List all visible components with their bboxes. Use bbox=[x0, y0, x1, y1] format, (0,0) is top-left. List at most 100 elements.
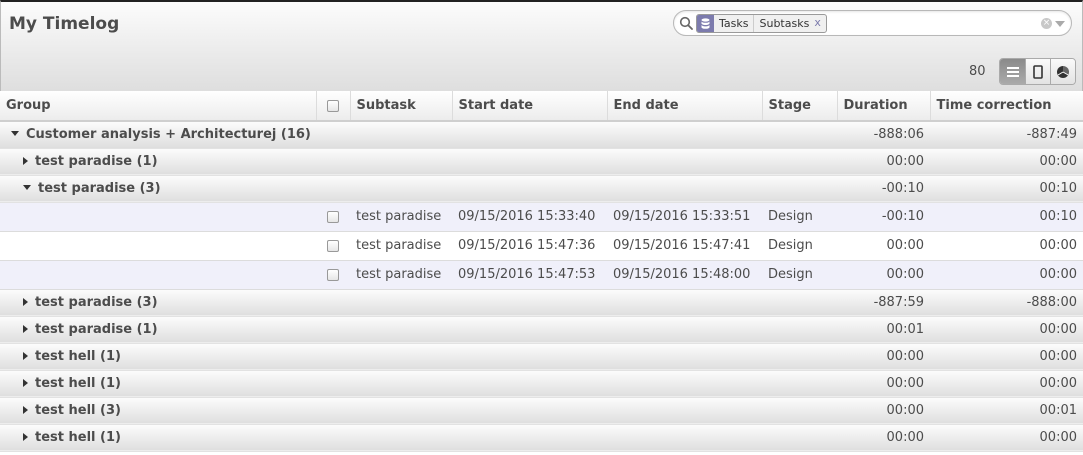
cell-time-correction: 00:00 bbox=[930, 231, 1083, 261]
group-time-correction: 00:00 bbox=[930, 316, 1083, 344]
list-icon bbox=[1006, 66, 1019, 77]
table-row[interactable]: test paradise 09/15/2016 15:47:36 09/15/… bbox=[0, 231, 1083, 261]
graph-view-button[interactable] bbox=[1050, 59, 1075, 84]
group-duration: 00:00 bbox=[837, 397, 930, 425]
group-time-correction: 00:00 bbox=[930, 343, 1083, 371]
group-duration: 00:00 bbox=[837, 148, 930, 176]
cell-duration: 00:00 bbox=[837, 231, 930, 261]
group-row[interactable]: test hell (1) 00:00 00:00 bbox=[0, 424, 1083, 452]
column-header-group[interactable]: Group bbox=[0, 91, 317, 122]
cell-stage: Design bbox=[762, 231, 837, 261]
clear-search-icon[interactable]: × bbox=[1041, 18, 1052, 29]
group-label: test paradise (3) bbox=[35, 295, 158, 310]
record-count: 80 bbox=[969, 64, 986, 79]
cell-subtask: test paradise bbox=[350, 231, 452, 261]
cell-start-date: 09/15/2016 15:33:40 bbox=[452, 202, 607, 232]
caret-right-icon bbox=[23, 432, 28, 441]
group-label: test hell (3) bbox=[35, 403, 121, 418]
column-header-end-date[interactable]: End date bbox=[607, 91, 763, 122]
row-checkbox[interactable] bbox=[316, 231, 350, 261]
group-label: test paradise (1) bbox=[35, 322, 158, 337]
group-row[interactable]: test paradise (3) -887:59 -888:00 bbox=[0, 289, 1083, 317]
row-indent bbox=[0, 231, 316, 261]
caret-right-icon bbox=[23, 378, 28, 387]
cell-start-date: 09/15/2016 15:47:36 bbox=[452, 231, 607, 261]
group-label: test paradise (1) bbox=[35, 154, 158, 169]
group-label: test hell (1) bbox=[35, 376, 121, 391]
facet-value-tasks: Tasks bbox=[719, 17, 749, 30]
cell-end-date: 09/15/2016 15:48:00 bbox=[607, 260, 762, 290]
caret-right-icon bbox=[23, 297, 28, 306]
table-row[interactable]: test paradise 09/15/2016 15:33:40 09/15/… bbox=[0, 202, 1083, 232]
cell-stage: Design bbox=[762, 202, 837, 232]
group-duration: 00:00 bbox=[837, 370, 930, 398]
column-header-subtask[interactable]: Subtask bbox=[350, 91, 453, 122]
group-time-correction: -888:00 bbox=[930, 289, 1083, 317]
row-indent bbox=[0, 202, 316, 232]
group-duration: 00:01 bbox=[837, 316, 930, 344]
row-indent bbox=[0, 260, 316, 290]
cell-subtask: test paradise bbox=[350, 260, 452, 290]
group-duration: -888:06 bbox=[837, 121, 930, 149]
group-label: test paradise (3) bbox=[38, 181, 161, 196]
list-view-button[interactable] bbox=[1000, 59, 1025, 84]
group-time-correction: 00:00 bbox=[930, 370, 1083, 398]
search-options-dropdown-icon[interactable] bbox=[1055, 21, 1065, 27]
column-header-start-date[interactable]: Start date bbox=[452, 91, 608, 122]
group-row[interactable]: test hell (3) 00:00 00:01 bbox=[0, 397, 1083, 425]
form-icon bbox=[1033, 64, 1043, 79]
facet-remove-button[interactable]: x bbox=[814, 15, 826, 32]
view-switcher bbox=[999, 58, 1076, 85]
cell-end-date: 09/15/2016 15:33:51 bbox=[607, 202, 762, 232]
group-row[interactable]: test hell (1) 00:00 00:00 bbox=[0, 370, 1083, 398]
caret-right-icon bbox=[23, 324, 28, 333]
column-header-duration[interactable]: Duration bbox=[837, 91, 931, 122]
group-duration: 00:00 bbox=[837, 424, 930, 452]
group-time-correction: 00:00 bbox=[930, 148, 1083, 176]
groupby-facet[interactable]: Tasks Subtasks x bbox=[696, 14, 827, 33]
group-duration: -00:10 bbox=[837, 175, 930, 203]
group-time-correction: 00:10 bbox=[930, 175, 1083, 203]
select-all-checkbox[interactable] bbox=[316, 91, 351, 122]
search-icon bbox=[679, 16, 693, 30]
group-row[interactable]: Customer analysis + Architecturej (16) -… bbox=[0, 121, 1083, 149]
group-row[interactable]: test paradise (3) -00:10 00:10 bbox=[0, 175, 1083, 203]
column-header-stage[interactable]: Stage bbox=[762, 91, 838, 122]
group-label: test hell (1) bbox=[35, 430, 121, 445]
facet-value-subtasks: Subtasks bbox=[753, 15, 814, 32]
group-time-correction: 00:01 bbox=[930, 397, 1083, 425]
cell-end-date: 09/15/2016 15:47:41 bbox=[607, 231, 762, 261]
group-time-correction: -887:49 bbox=[930, 121, 1083, 149]
group-row[interactable]: test hell (1) 00:00 00:00 bbox=[0, 343, 1083, 371]
caret-down-icon bbox=[11, 131, 19, 137]
caret-down-icon bbox=[23, 185, 31, 190]
control-panel: My Timelog Tasks Subtasks x × 80 bbox=[0, 0, 1083, 92]
timelog-list: Group Subtask Start date End date Stage … bbox=[0, 91, 1083, 452]
cell-time-correction: 00:00 bbox=[930, 260, 1083, 290]
row-checkbox[interactable] bbox=[316, 202, 350, 232]
cell-duration: -00:10 bbox=[837, 202, 930, 232]
group-row[interactable]: test paradise (1) 00:00 00:00 bbox=[0, 148, 1083, 176]
row-checkbox[interactable] bbox=[316, 260, 350, 290]
cell-stage: Design bbox=[762, 260, 837, 290]
group-row[interactable]: test paradise (1) 00:01 00:00 bbox=[0, 316, 1083, 344]
caret-right-icon bbox=[23, 351, 28, 360]
pie-chart-icon bbox=[1057, 65, 1070, 78]
column-headers: Group Subtask Start date End date Stage … bbox=[0, 91, 1083, 122]
cell-time-correction: 00:10 bbox=[930, 202, 1083, 232]
database-icon bbox=[697, 15, 714, 32]
caret-right-icon bbox=[23, 156, 28, 165]
group-duration: 00:00 bbox=[837, 343, 930, 371]
cell-subtask: test paradise bbox=[350, 202, 452, 232]
group-label: Customer analysis + Architecturej (16) bbox=[26, 127, 311, 143]
column-header-time-correction[interactable]: Time correction bbox=[930, 91, 1083, 122]
table-row[interactable]: test paradise 09/15/2016 15:47:53 09/15/… bbox=[0, 260, 1083, 290]
form-view-button[interactable] bbox=[1025, 59, 1050, 84]
cell-duration: 00:00 bbox=[837, 260, 930, 290]
group-label: test hell (1) bbox=[35, 349, 121, 364]
group-duration: -887:59 bbox=[837, 289, 930, 317]
search-bar[interactable]: Tasks Subtasks x × bbox=[673, 10, 1072, 36]
caret-right-icon bbox=[23, 405, 28, 414]
page-title: My Timelog bbox=[9, 14, 120, 34]
cell-start-date: 09/15/2016 15:47:53 bbox=[452, 260, 607, 290]
